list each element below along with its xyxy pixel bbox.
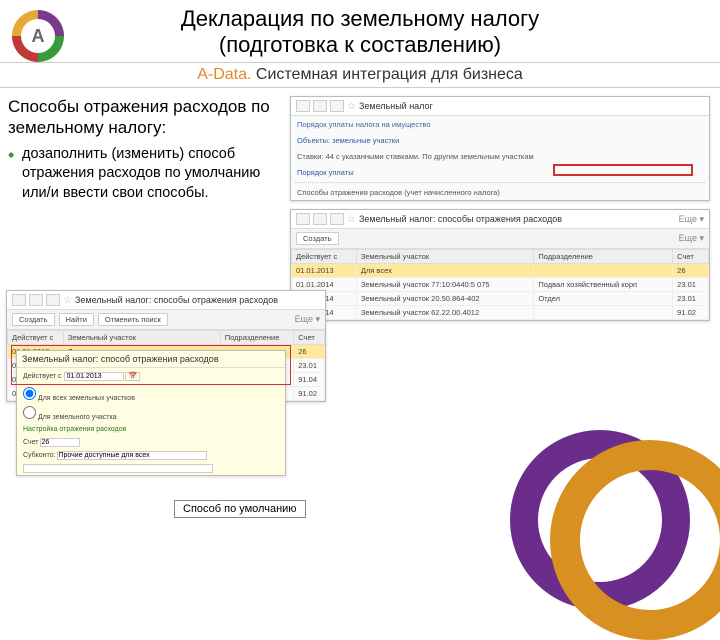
more-menu[interactable]: Еще ▾ xyxy=(679,214,704,225)
rates-text: Ставки: 44 с указанными ставками. По дру… xyxy=(291,148,709,165)
window-expense-ways: ☆ Земельный налог: способы отражения рас… xyxy=(290,209,710,321)
col-account[interactable]: Счет xyxy=(294,331,325,345)
slide-title-1: Декларация по земельному налогу xyxy=(0,6,720,32)
forward-icon[interactable] xyxy=(330,213,344,225)
subconto-field[interactable] xyxy=(57,451,207,460)
section-heading: Способы отражения расходов по земельному… xyxy=(8,96,280,139)
forward-icon[interactable] xyxy=(46,294,60,306)
default-way-label: Способ по умолчанию xyxy=(174,500,306,518)
window-title: Земельный налог xyxy=(359,101,433,111)
table-row[interactable]: 01.01.2014Земельный участок 77:10:0440:5… xyxy=(292,278,709,292)
popup-expense-way: Земельный налог: способ отражения расход… xyxy=(16,350,286,476)
home-icon[interactable] xyxy=(296,213,310,225)
table-row[interactable]: 01.01.2014Земельный участок 62.22.00.401… xyxy=(292,306,709,320)
subconto-field-2[interactable] xyxy=(23,464,213,473)
account-field[interactable] xyxy=(40,438,80,447)
star-icon[interactable]: ☆ xyxy=(347,214,356,225)
col-dept[interactable]: Подразделение xyxy=(220,331,293,345)
star-icon[interactable]: ☆ xyxy=(63,295,72,306)
create-button[interactable]: Создать xyxy=(12,313,55,326)
col-land[interactable]: Земельный участок xyxy=(356,250,534,264)
help-text: Порядок уплаты налога на имущество xyxy=(291,116,709,133)
brand-subtitle: A-Data. Системная интеграция для бизнеса xyxy=(0,62,720,88)
highlight-box-2 xyxy=(11,345,291,385)
table-row[interactable]: 01.01.2013Для всех26 xyxy=(292,264,709,278)
expense-ways-text: Способы отражения расходов (учет начисле… xyxy=(291,185,709,200)
more-menu[interactable]: Еще ▾ xyxy=(295,314,320,325)
forward-icon[interactable] xyxy=(330,100,344,112)
account-label: Счет xyxy=(23,439,39,446)
subconto-label: Субконто: xyxy=(23,452,56,459)
slide-title-2: (подготовка к составлению) xyxy=(0,32,720,58)
bullet-item: дозаполнить (изменить) способ отражения … xyxy=(8,145,280,204)
window-title: Земельный налог: способы отражения расхо… xyxy=(75,295,278,305)
radio-all-lands[interactable] xyxy=(23,387,36,400)
col-date[interactable]: Действует с xyxy=(8,331,64,345)
expense-table: Действует с Земельный участок Подразделе… xyxy=(291,249,709,320)
col-date[interactable]: Действует с xyxy=(292,250,357,264)
highlight-box-1 xyxy=(553,164,693,176)
col-land[interactable]: Земельный участок xyxy=(63,331,220,345)
back-icon[interactable] xyxy=(313,213,327,225)
col-account[interactable]: Счет xyxy=(673,250,709,264)
col-dept[interactable]: Подразделение xyxy=(534,250,673,264)
star-icon[interactable]: ☆ xyxy=(347,101,356,112)
home-icon[interactable] xyxy=(296,100,310,112)
window-land-tax: ☆ Земельный налог Порядок уплаты налога … xyxy=(290,96,710,201)
radio-one-land[interactable] xyxy=(23,406,36,419)
table-row[interactable]: 01.01.2014Земельный участок 20.50.864-40… xyxy=(292,292,709,306)
create-button[interactable]: Создать xyxy=(296,232,339,245)
link-objects[interactable]: Объекты: земельные участки xyxy=(291,133,709,148)
home-icon[interactable] xyxy=(12,294,26,306)
cancel-find-button[interactable]: Отменить поиск xyxy=(98,313,168,326)
back-icon[interactable] xyxy=(313,100,327,112)
back-icon[interactable] xyxy=(29,294,43,306)
find-button[interactable]: Найти xyxy=(59,313,94,326)
window-title: Земельный налог: способы отражения расхо… xyxy=(359,214,562,224)
more-menu[interactable]: Еще ▾ xyxy=(679,233,704,244)
section-header: Настройка отражения расходов xyxy=(17,423,285,436)
